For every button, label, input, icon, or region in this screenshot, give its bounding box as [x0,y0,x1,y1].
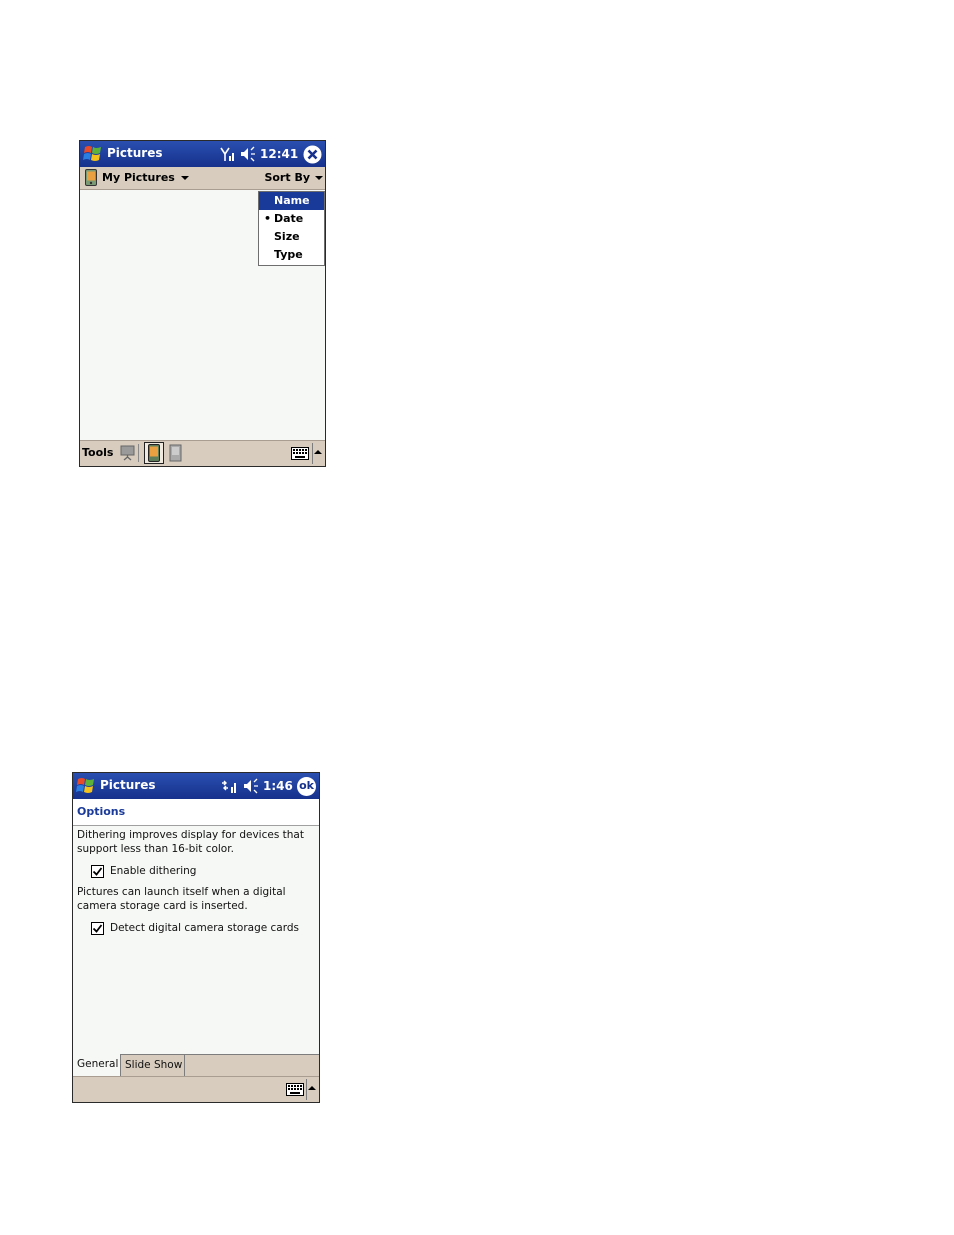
sip-arrow-up-icon[interactable] [308,1086,316,1090]
status-area: 1:46 [221,777,293,795]
sort-menu-item-size[interactable]: Size [259,228,324,246]
device-icon [148,444,160,462]
tab-label: Slide Show [125,1059,183,1071]
antenna-icon[interactable] [220,146,236,162]
checkmark-icon [92,866,103,876]
folder-label: My Pictures [102,171,175,184]
pictures-sort-screen: Pictures 12:41 My Pictures Sort By Name … [79,140,326,467]
options-header: Options [73,799,319,826]
command-bar [73,1076,319,1102]
slideshow-icon[interactable] [120,445,135,461]
tab-strip: General Slide Show [73,1054,319,1077]
detect-cards-label: Detect digital camera storage cards [110,922,300,934]
command-bar: Tools [80,440,325,466]
enable-dithering-checkbox[interactable] [91,864,104,878]
clock: 1:46 [263,779,293,793]
sort-by-label: Sort By [264,171,310,184]
tab-label: General [77,1058,119,1070]
chevron-down-icon [180,176,189,180]
detect-cards-row[interactable]: Detect digital camera storage cards [91,920,299,936]
speaker-icon[interactable] [243,778,259,794]
menu-item-label: Name [274,194,310,207]
speaker-icon[interactable] [240,146,256,162]
folder-dropdown[interactable]: My Pictures [102,171,189,184]
tools-menu[interactable]: Tools [82,446,113,459]
device-folder-icon [85,169,97,186]
tab-general[interactable]: General [73,1054,121,1076]
sort-menu-item-name[interactable]: Name [259,192,324,210]
enable-dithering-label: Enable dithering [110,865,197,877]
chevron-down-icon [315,176,323,180]
keyboard-icon[interactable] [286,1083,304,1096]
checkmark-icon [92,923,103,933]
enable-dithering-row[interactable]: Enable dithering [91,863,196,879]
separator [306,1079,307,1100]
ok-button[interactable]: ok [297,777,316,796]
menu-item-label: Size [274,230,300,243]
device-view-button[interactable] [144,442,164,464]
keyboard-icon[interactable] [291,447,309,460]
sort-menu: Name • Date Size Type [258,191,325,266]
windows-start-icon[interactable] [82,143,104,165]
pictures-options-screen: Pictures 1:46 ok Options Dithering impro… [72,772,320,1103]
dithering-description: Dithering improves display for devices t… [77,829,304,855]
sort-menu-item-date[interactable]: • Date [259,210,324,228]
launch-description: Pictures can launch itself when a digita… [77,886,286,912]
connectivity-icon[interactable] [221,778,239,794]
detect-cards-checkbox[interactable] [91,921,104,935]
close-x-icon[interactable] [303,145,322,164]
page-title: Options [77,805,126,818]
sort-by-dropdown[interactable]: Sort By [264,171,323,184]
separator [138,444,139,462]
menu-item-label: Date [274,212,304,225]
windows-start-icon[interactable] [75,775,97,797]
app-title: Pictures [107,146,163,160]
bullet-icon: • [264,212,272,225]
storage-card-icon[interactable] [169,444,182,462]
tab-slide-show[interactable]: Slide Show [121,1054,185,1076]
menu-item-label: Type [274,248,303,261]
clock: 12:41 [260,147,299,161]
title-bar: Pictures 1:46 ok [73,773,319,799]
sort-menu-item-type[interactable]: Type [259,246,324,264]
ok-label: ok [299,779,314,792]
status-area: 12:41 [220,145,298,163]
title-bar: Pictures 12:41 [80,141,325,167]
sip-arrow-up-icon[interactable] [314,450,322,454]
app-title: Pictures [100,778,156,792]
navigation-bar: My Pictures Sort By [80,167,325,190]
separator [312,443,313,464]
